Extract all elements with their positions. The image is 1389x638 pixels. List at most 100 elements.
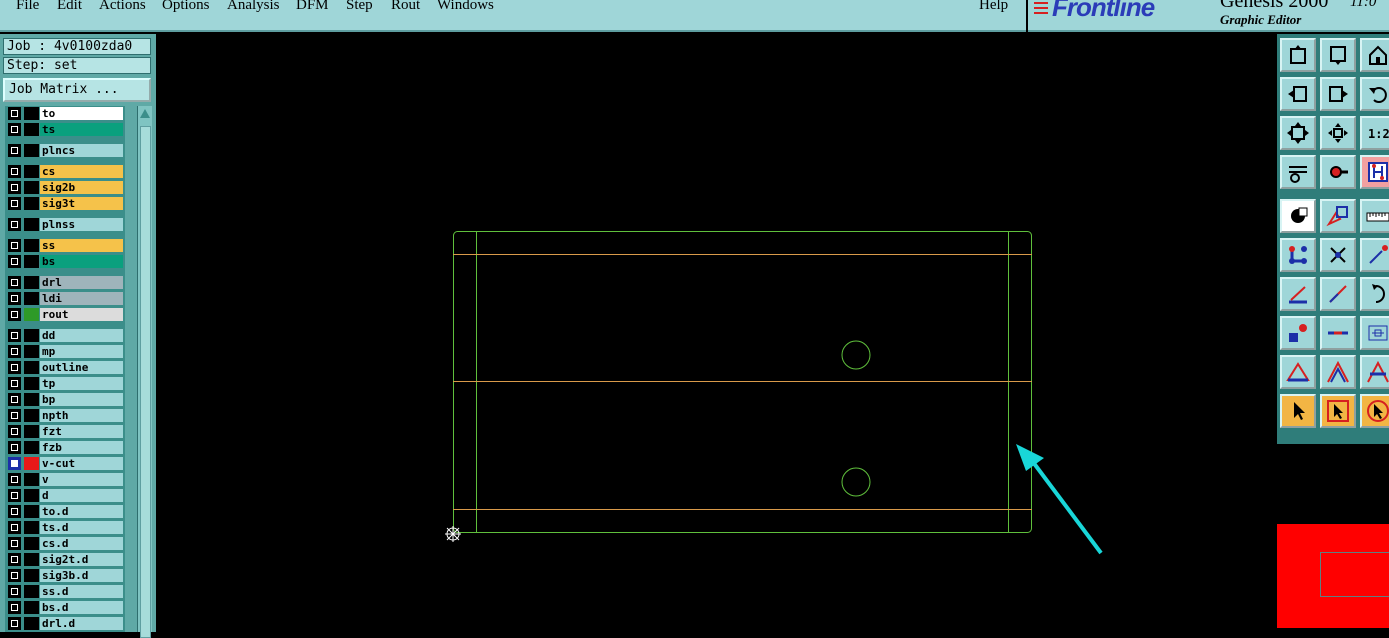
layer-name[interactable]: plnss (40, 218, 123, 231)
layer-row-cs.d[interactable]: cs.d (5, 536, 125, 551)
layer-row-sig2b[interactable]: sig2b (5, 180, 125, 195)
layer-checkbox[interactable] (8, 144, 21, 157)
layer-name[interactable]: dd (40, 329, 123, 342)
menu-options[interactable]: Options (162, 0, 210, 14)
layer-name[interactable]: ss (40, 239, 123, 252)
scroll-thumb[interactable] (140, 126, 151, 638)
layer-row-ts.d[interactable]: ts.d (5, 520, 125, 535)
layer-checkbox[interactable] (8, 377, 21, 390)
layer-name[interactable]: tp (40, 377, 123, 390)
zoom-house-button[interactable] (1360, 38, 1389, 72)
layer-name[interactable]: drl.d (40, 617, 123, 630)
diagonal-line-button[interactable] (1320, 277, 1356, 311)
layer-name[interactable]: sig2b (40, 181, 123, 194)
layer-color-swatch[interactable] (24, 197, 39, 210)
menu-rout[interactable]: Rout (391, 0, 420, 14)
layer-name[interactable]: fzt (40, 425, 123, 438)
pad-add-button[interactable] (1280, 316, 1316, 350)
layer-row-to.d[interactable]: to.d (5, 504, 125, 519)
layer-color-swatch[interactable] (24, 521, 39, 534)
triangle-c-button[interactable] (1360, 355, 1389, 389)
layer-row-ts[interactable]: ts (5, 122, 125, 137)
layer-row-plncs[interactable]: plncs (5, 143, 125, 158)
snap-button[interactable] (1320, 155, 1356, 189)
layer-checkbox[interactable] (8, 345, 21, 358)
layer-color-swatch[interactable] (24, 473, 39, 486)
layer-row-cs[interactable]: cs (5, 164, 125, 179)
layer-name[interactable]: npth (40, 409, 123, 422)
angle-line-button[interactable] (1280, 277, 1316, 311)
layer-color-swatch[interactable] (24, 123, 39, 136)
layer-name[interactable]: ldi (40, 292, 123, 305)
layer-checkbox[interactable] (8, 197, 21, 210)
layer-color-swatch[interactable] (24, 553, 39, 566)
menu-edit[interactable]: Edit (57, 0, 82, 14)
layer-checkbox[interactable] (8, 276, 21, 289)
layer-row-d[interactable]: d (5, 488, 125, 503)
menu-actions[interactable]: Actions (99, 0, 146, 14)
layer-checkbox[interactable] (8, 308, 21, 321)
measure-button[interactable] (1360, 316, 1389, 350)
menu-help[interactable]: Help (979, 0, 1008, 14)
layer-row-to[interactable]: to (5, 106, 125, 121)
layer-checkbox[interactable] (8, 239, 21, 252)
layer-color-swatch[interactable] (24, 569, 39, 582)
layer-name[interactable]: cs (40, 165, 123, 178)
scale-1-2-button[interactable]: 1:2 (1360, 116, 1389, 150)
layer-color-swatch[interactable] (24, 239, 39, 252)
layer-checkbox[interactable] (8, 292, 21, 305)
zoom-center-button[interactable] (1320, 116, 1356, 150)
line-point-button[interactable] (1360, 238, 1389, 272)
layer-row-dd[interactable]: dd (5, 328, 125, 343)
feature-select-button[interactable] (1280, 199, 1316, 233)
layer-color-swatch[interactable] (24, 489, 39, 502)
grid-snap-button[interactable] (1360, 155, 1389, 189)
layer-row-ss.d[interactable]: ss.d (5, 584, 125, 599)
layer-color-swatch[interactable] (24, 409, 39, 422)
layer-color-swatch[interactable] (24, 585, 39, 598)
layer-color-swatch[interactable] (24, 276, 39, 289)
layer-row-fzb[interactable]: fzb (5, 440, 125, 455)
layer-name[interactable]: bs.d (40, 601, 123, 614)
layer-checkbox[interactable] (8, 553, 21, 566)
layer-checkbox[interactable] (8, 255, 21, 268)
layer-row-sig2t.d[interactable]: sig2t.d (5, 552, 125, 567)
layer-checkbox[interactable] (8, 489, 21, 502)
overview-minimap[interactable] (1277, 442, 1389, 632)
zoom-page-button[interactable] (1320, 38, 1356, 72)
layer-name[interactable]: sig2t.d (40, 553, 123, 566)
layer-checkbox[interactable] (8, 441, 21, 454)
layer-name[interactable]: v (40, 473, 123, 486)
layer-row-fzt[interactable]: fzt (5, 424, 125, 439)
layer-checkbox[interactable] (8, 329, 21, 342)
zoom-home-button[interactable] (1280, 38, 1316, 72)
layer-row-mp[interactable]: mp (5, 344, 125, 359)
layer-row-plnss[interactable]: plnss (5, 217, 125, 232)
layer-name[interactable]: sig3b.d (40, 569, 123, 582)
layer-color-swatch[interactable] (24, 308, 39, 321)
layer-name[interactable]: outline (40, 361, 123, 374)
pointer-box-button[interactable] (1320, 394, 1356, 428)
layer-checkbox[interactable] (8, 107, 21, 120)
layer-name[interactable]: bs (40, 255, 123, 268)
layer-name[interactable]: plncs (40, 144, 123, 157)
layer-row-ss[interactable]: ss (5, 238, 125, 253)
layer-row-tp[interactable]: tp (5, 376, 125, 391)
layer-name[interactable]: d (40, 489, 123, 502)
triangle-a-button[interactable] (1280, 355, 1316, 389)
menu-file[interactable]: File (16, 0, 39, 14)
layer-color-swatch[interactable] (24, 617, 39, 630)
job-matrix-button[interactable]: Job Matrix ... (3, 78, 151, 102)
layer-color-swatch[interactable] (24, 144, 39, 157)
layer-color-swatch[interactable] (24, 361, 39, 374)
layer-name[interactable]: v-cut (40, 457, 123, 470)
layer-checkbox[interactable] (8, 617, 21, 630)
layer-checkbox[interactable] (8, 181, 21, 194)
layer-name[interactable]: ts (40, 123, 123, 136)
menu-dfm[interactable]: DFM (296, 0, 329, 14)
layer-name[interactable]: drl (40, 276, 123, 289)
layer-checkbox[interactable] (8, 585, 21, 598)
layer-name[interactable]: bp (40, 393, 123, 406)
layer-color-swatch[interactable] (24, 537, 39, 550)
layer-color-swatch[interactable] (24, 377, 39, 390)
